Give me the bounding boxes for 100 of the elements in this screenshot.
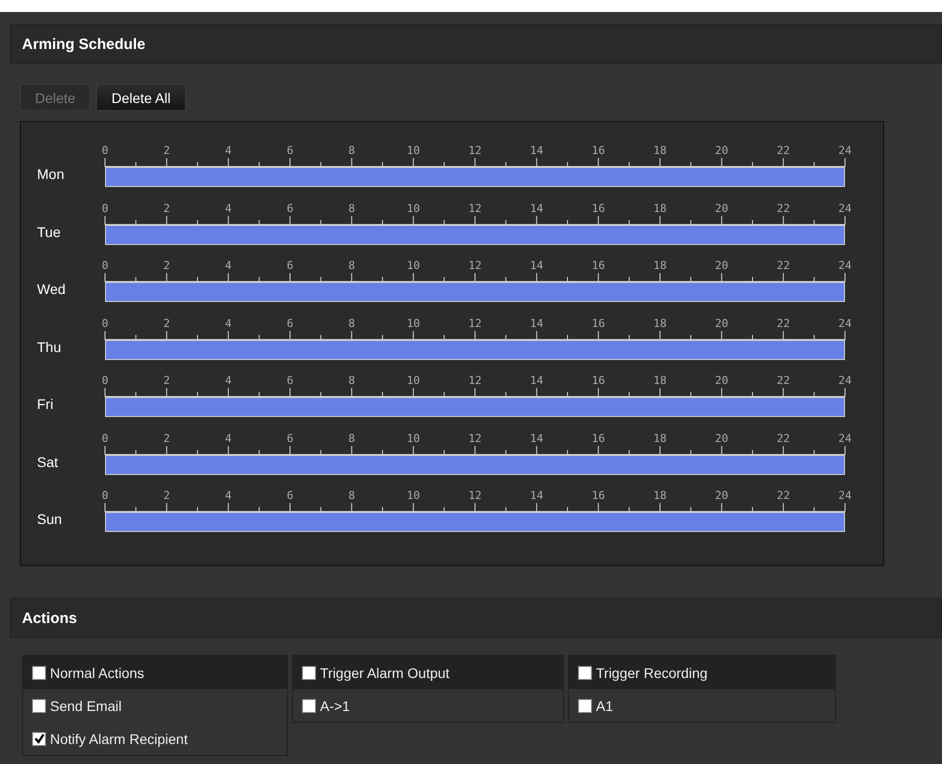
checkbox[interactable] (578, 698, 592, 712)
hour-label: 12 (468, 144, 482, 157)
hour-label: 22 (776, 259, 790, 272)
hour-label: 12 (468, 202, 482, 214)
hour-label: 18 (653, 144, 667, 157)
day-label: Tue (36, 224, 62, 240)
hour-label: 24 (838, 202, 852, 214)
hour-label: 6 (286, 202, 294, 214)
hour-label: 10 (406, 202, 420, 214)
hour-label: 24 (838, 144, 852, 157)
hour-label: 14 (530, 489, 544, 502)
checkbox[interactable] (32, 732, 46, 746)
hour-label: 10 (406, 259, 420, 272)
hour-label: 14 (530, 316, 544, 330)
hour-label: 22 (776, 144, 790, 157)
hour-label: 20 (715, 374, 728, 387)
hour-label: 10 (406, 489, 420, 502)
hour-label: 20 (715, 432, 728, 444)
hour-label: 0 (102, 202, 108, 214)
hour-label: 20 (715, 489, 728, 502)
checkbox-label[interactable]: A1 (596, 698, 614, 714)
checkbox-label[interactable]: Send Email (50, 698, 122, 714)
hour-label: 24 (838, 259, 852, 272)
checkbox[interactable] (32, 698, 46, 712)
hour-label: 12 (468, 316, 482, 330)
checkmark-icon (34, 733, 44, 744)
hour-label: 16 (592, 316, 605, 330)
hour-label: 2 (163, 259, 170, 272)
hour-label: 16 (592, 489, 605, 502)
hour-label: 0 (102, 259, 108, 272)
section-header: Arming Schedule (10, 24, 942, 64)
hour-label: 2 (163, 489, 170, 502)
hour-label: 20 (715, 144, 728, 157)
hour-label: 22 (776, 489, 790, 502)
hour-label: 10 (406, 432, 420, 444)
checkbox[interactable] (302, 666, 316, 680)
hour-label: 8 (348, 489, 355, 502)
hour-label: 8 (348, 316, 355, 330)
hour-label: 20 (715, 202, 728, 214)
hour-label: 8 (348, 432, 355, 444)
hour-label: 12 (468, 489, 482, 502)
hour-label: 14 (530, 374, 544, 387)
hour-label: 16 (592, 374, 605, 387)
hour-label: 2 (163, 374, 170, 387)
section-header: Actions (10, 598, 942, 638)
hour-label: 22 (776, 432, 790, 444)
hour-label: 6 (286, 374, 294, 387)
hour-label: 6 (286, 316, 294, 330)
checkbox-label[interactable]: A->1 (320, 698, 350, 714)
day-label: Sat (36, 454, 60, 470)
hour-label: 16 (592, 259, 605, 272)
hour-label: 22 (776, 374, 790, 387)
hour-label: 18 (653, 202, 667, 214)
hour-label: 2 (163, 432, 170, 444)
hour-label: 14 (530, 432, 544, 444)
hour-label: 24 (838, 489, 852, 502)
checkbox-label[interactable]: Notify Alarm Recipient (50, 730, 188, 746)
hour-label: 24 (838, 316, 852, 330)
hour-label: 8 (348, 259, 355, 272)
delete-all-button[interactable]: Delete All (96, 84, 186, 111)
hour-label: 18 (653, 489, 667, 502)
hour-label: 4 (225, 202, 232, 214)
hour-label: 12 (468, 432, 482, 444)
hour-label: 2 (163, 202, 170, 214)
hour-label: 18 (653, 374, 667, 387)
hour-label: 16 (592, 144, 605, 157)
hour-label: 22 (776, 202, 790, 214)
hour-label: 8 (348, 202, 355, 214)
hour-label: 4 (225, 316, 232, 330)
hour-label: 10 (406, 374, 420, 387)
hour-label: 14 (530, 202, 544, 214)
hour-label: 16 (592, 202, 605, 214)
hour-label: 12 (468, 259, 482, 272)
hour-label: 0 (102, 144, 108, 157)
hour-label: 0 (102, 374, 108, 387)
hour-label: 4 (225, 144, 232, 157)
hour-label: 24 (838, 432, 852, 444)
hour-label: 24 (838, 374, 852, 387)
hour-label: 12 (468, 374, 482, 387)
hour-label: 4 (225, 489, 232, 502)
hour-label: 4 (225, 259, 232, 272)
checkbox-label[interactable]: Normal Actions (50, 664, 144, 680)
hour-label: 10 (406, 316, 420, 330)
hour-label: 0 (102, 316, 108, 330)
hour-label: 6 (286, 432, 294, 444)
hour-label: 6 (286, 489, 294, 502)
checkbox[interactable] (32, 666, 46, 680)
hour-label: 10 (406, 144, 420, 157)
hour-label: 8 (348, 144, 355, 157)
day-label: Fri (36, 396, 54, 412)
hour-label: 0 (102, 489, 108, 502)
checkbox[interactable] (302, 698, 316, 712)
hour-label: 6 (286, 259, 294, 272)
hour-label: 14 (530, 259, 544, 272)
hour-label: 4 (225, 374, 232, 387)
hour-label: 2 (163, 144, 170, 157)
checkbox[interactable] (578, 666, 592, 680)
hour-label: 8 (348, 374, 355, 387)
hour-label: 16 (592, 432, 605, 444)
hour-label: 14 (530, 144, 544, 157)
